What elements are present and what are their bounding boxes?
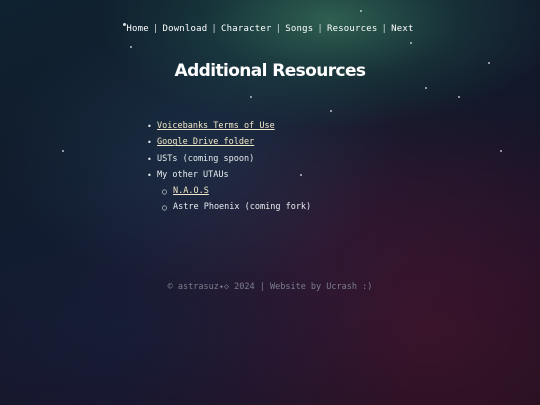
nav-download-link[interactable]: Download — [162, 24, 207, 34]
nav-songs-link[interactable]: Songs — [285, 24, 313, 34]
nav-next-link[interactable]: Next — [391, 24, 413, 34]
list-item: ○ Astre Phoenix (coming fork) — [145, 201, 311, 217]
terms-of-use-link[interactable]: Voicebanks Terms of Use — [157, 121, 275, 131]
nav-resources-link[interactable]: Resources — [327, 24, 378, 34]
list-item: • Google Drive folder — [145, 136, 311, 152]
bullet-icon: • — [147, 122, 152, 131]
page-title: Additional Resources — [174, 61, 367, 81]
google-drive-link[interactable]: Google Drive folder — [157, 137, 254, 147]
list-item: • USTs (coming spoon) — [145, 153, 311, 169]
astre-phoenix-text: Astre Phoenix (coming fork) — [173, 202, 312, 213]
nav-separator: | — [381, 24, 388, 34]
bullet-icon: • — [147, 154, 152, 164]
nav-home-link[interactable]: Home — [126, 24, 148, 34]
list-item: • Voicebanks Terms of Use — [145, 120, 311, 136]
list-item: ○ N.A.O.S — [145, 185, 311, 201]
resources-list: • Voicebanks Terms of Use • Google Drive… — [145, 120, 311, 212]
nav-separator: | — [152, 24, 159, 34]
top-nav: Home | Download | Character | Songs | Resources |… — [0, 24, 540, 34]
circle-bullet-icon: ○ — [162, 187, 167, 197]
circle-bullet-icon: ○ — [162, 203, 167, 213]
sublist-container: ○ N.A.O.S ○ Astre Phoenix (coming fork) — [145, 185, 311, 212]
other-utaus-sublist: ○ N.A.O.S ○ Astre Phoenix (coming fork) — [145, 185, 311, 218]
nav-character-link[interactable]: Character — [221, 24, 272, 34]
usts-text: USTs (coming spoon) — [157, 153, 255, 164]
other-utaus-text: My other UTAUs — [157, 169, 229, 180]
nav-separator: | — [211, 24, 218, 34]
bullet-icon: • — [147, 170, 152, 180]
bullet-icon: • — [147, 138, 152, 148]
nav-separator: | — [317, 24, 323, 34]
list-item: • My other UTAUs — [145, 169, 311, 185]
nav-separator: | — [275, 24, 282, 34]
naos-link[interactable]: N.A.O.S — [173, 186, 209, 196]
footer-credits: © astrasuz✦◇ 2024 | Website by Ucrash :) — [167, 282, 373, 292]
